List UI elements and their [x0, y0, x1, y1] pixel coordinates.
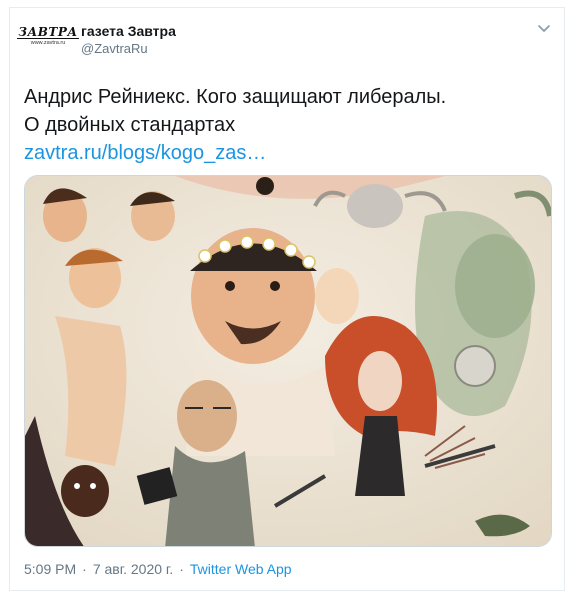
- tweet-time[interactable]: 5:09 PM: [24, 561, 76, 577]
- user-handle[interactable]: @ZavtraRu: [81, 40, 176, 58]
- chevron-down-icon[interactable]: [536, 20, 552, 36]
- separator-1: ·: [82, 561, 87, 577]
- tweet-footer: 5:09 PM · 7 авг. 2020 г. · Twitter Web App: [24, 561, 292, 577]
- avatar-logo-text: ЗАВТРА: [17, 25, 79, 39]
- separator-2: ·: [179, 561, 184, 577]
- tweet-text-line-2: О двойных стандартах: [24, 114, 236, 136]
- tweet-card: ЗАВТРА www.zavtra.ru газета Завтра @Zavt…: [9, 7, 565, 591]
- display-name[interactable]: газета Завтра: [81, 22, 176, 40]
- avatar-logo-url: www.zavtra.ru: [30, 40, 66, 46]
- tweet-image[interactable]: [24, 175, 552, 547]
- tweet-header: ЗАВТРА www.zavtra.ru газета Завтра @Zavt…: [10, 8, 564, 58]
- author-names: газета Завтра @ZavtraRu: [81, 22, 176, 58]
- avatar[interactable]: ЗАВТРА www.zavtra.ru: [17, 26, 79, 56]
- tweet-source[interactable]: Twitter Web App: [190, 561, 292, 577]
- caricature-illustration: [25, 176, 551, 546]
- tweet-date[interactable]: 7 авг. 2020 г.: [93, 561, 173, 577]
- tweet-text-line-1: Андрис Рейниекс. Кого защищают либералы.: [24, 86, 447, 108]
- tweet-text: Андрис Рейниекс. Кого защищают либералы.…: [24, 83, 554, 167]
- tweet-link[interactable]: zavtra.ru/blogs/kogo_zas…: [24, 139, 554, 167]
